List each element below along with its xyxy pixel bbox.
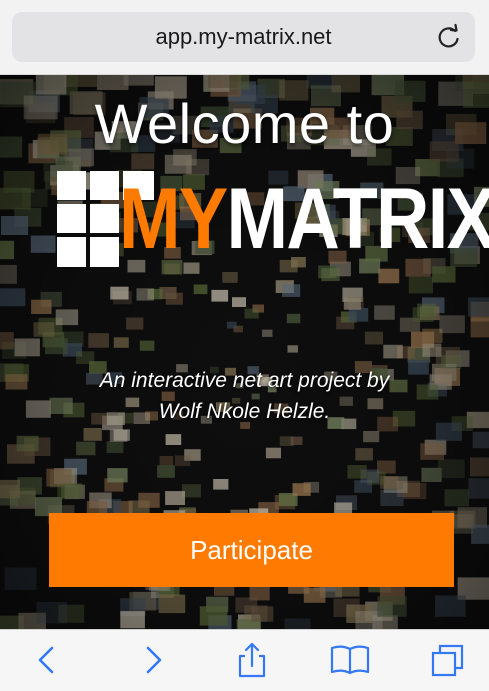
project-tagline: An interactive net art project by Wolf N… bbox=[0, 365, 489, 427]
reload-icon[interactable] bbox=[433, 21, 465, 53]
mymatrix-logo: MYMATRIX bbox=[57, 169, 489, 269]
bookmarks-icon[interactable] bbox=[330, 640, 370, 680]
back-icon[interactable] bbox=[28, 640, 68, 680]
logo-wordmark: MYMATRIX bbox=[119, 169, 489, 269]
forward-icon[interactable] bbox=[132, 640, 172, 680]
address-text[interactable]: app.my-matrix.net bbox=[12, 12, 475, 62]
tagline-line-2: Wolf Nkole Helzle. bbox=[158, 400, 331, 423]
share-icon[interactable] bbox=[232, 640, 272, 680]
browser-toolbar bbox=[0, 629, 489, 691]
logo-matrix-text: MATRIX bbox=[226, 171, 489, 267]
welcome-heading: Welcome to bbox=[94, 92, 395, 155]
tabs-icon[interactable] bbox=[428, 640, 468, 680]
logo-my-text: MY bbox=[119, 171, 228, 267]
participate-button[interactable]: Participate bbox=[49, 513, 454, 587]
address-bar[interactable]: app.my-matrix.net bbox=[12, 12, 475, 62]
browser-window: app.my-matrix.net Welcome to MYMATRIX An… bbox=[0, 0, 489, 691]
web-content: Welcome to MYMATRIX An interactive net a… bbox=[0, 75, 489, 629]
browser-top-bar: app.my-matrix.net bbox=[0, 0, 489, 75]
tagline-line-1: An interactive net art project by bbox=[99, 369, 390, 392]
